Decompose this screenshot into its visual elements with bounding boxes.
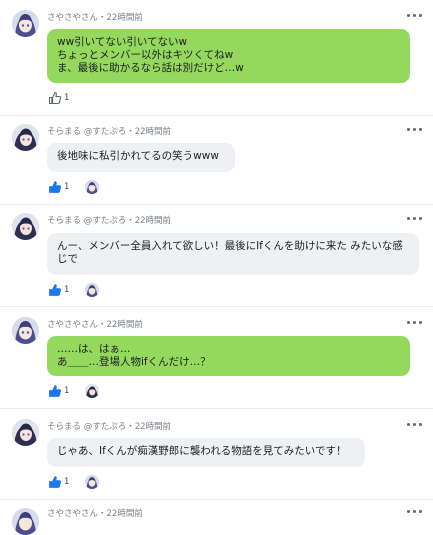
more-options-icon[interactable] — [407, 11, 423, 21]
message-bubble: んー、メンバー全員入れて欲しい！最後にIfくんを助けに来た みたいな感 じで — [47, 233, 419, 275]
avatar[interactable] — [12, 10, 39, 37]
like-count: 1 — [64, 386, 70, 396]
avatar[interactable] — [12, 419, 39, 446]
message-line: ……は、はぁ… — [57, 343, 131, 355]
liker-avatar[interactable] — [85, 475, 99, 489]
more-options-icon[interactable] — [407, 420, 423, 430]
message-line: じで — [57, 253, 78, 265]
message-bubble: 後地味に私引かれてるの笑うwww — [47, 143, 235, 172]
message-line: ま、最後に助かるなら話は別だけど…w — [57, 62, 244, 74]
like-count: 1 — [64, 93, 70, 103]
liker-avatar[interactable] — [85, 283, 99, 297]
more-options-icon[interactable] — [407, 214, 423, 224]
thumbs-up-icon[interactable] — [48, 475, 62, 489]
comment-meta: さやさやさん・22時間前 — [47, 509, 143, 519]
liker-avatar[interactable] — [85, 384, 99, 398]
avatar[interactable] — [12, 124, 39, 151]
divider — [0, 408, 433, 409]
comment-meta: さやさやさん・22時間前 — [47, 13, 143, 23]
message-line: ww引いてない引いてないw — [57, 36, 188, 48]
thumbs-up-icon[interactable] — [48, 384, 62, 398]
divider — [0, 204, 433, 205]
thumbs-up-icon[interactable] — [48, 91, 62, 105]
comment-meta: さやさやさん・22時間前 — [47, 320, 143, 330]
more-options-icon[interactable] — [407, 318, 423, 328]
message-line: ちょっとメンバー以外はキツくてねw — [57, 49, 234, 61]
like-count: 1 — [64, 182, 70, 192]
comment-meta: そらまる @すたぷろ・22時間前 — [47, 127, 172, 137]
divider — [0, 115, 433, 116]
message-bubble: ww引いてない引いてないw ちょっとメンバー以外はキツくてねw ま、最後に助かる… — [47, 29, 410, 83]
comment-meta: そらまる @すたぷろ・22時間前 — [47, 216, 172, 226]
comment-meta: そらまる @すたぷろ・22時間前 — [47, 422, 172, 432]
avatar[interactable] — [12, 508, 39, 535]
thumbs-up-icon[interactable] — [48, 180, 62, 194]
divider — [0, 306, 433, 307]
message-line: あ＿＿…登場人物ifくんだけ…？ — [57, 356, 211, 368]
liker-avatar[interactable] — [85, 180, 99, 194]
message-bubble: ……は、はぁ… あ＿＿…登場人物ifくんだけ…？ — [47, 336, 410, 376]
more-options-icon[interactable] — [407, 125, 423, 135]
message-bubble: じゃあ、Ifくんが痴漢野郎に襲われる物語を見てみたいです！ — [47, 438, 365, 467]
avatar[interactable] — [12, 317, 39, 344]
like-count: 1 — [64, 477, 70, 487]
like-count: 1 — [64, 285, 70, 295]
message-line: 後地味に私引かれてるの笑うwww — [57, 150, 219, 162]
divider — [0, 499, 433, 500]
message-line: んー、メンバー全員入れて欲しい！最後にIfくんを助けに来た みたいな感 — [57, 240, 403, 252]
thumbs-up-icon[interactable] — [48, 283, 62, 297]
more-options-icon[interactable] — [407, 507, 423, 517]
avatar[interactable] — [12, 213, 39, 240]
message-line: じゃあ、Ifくんが痴漢野郎に襲われる物語を見てみたいです！ — [57, 445, 347, 457]
